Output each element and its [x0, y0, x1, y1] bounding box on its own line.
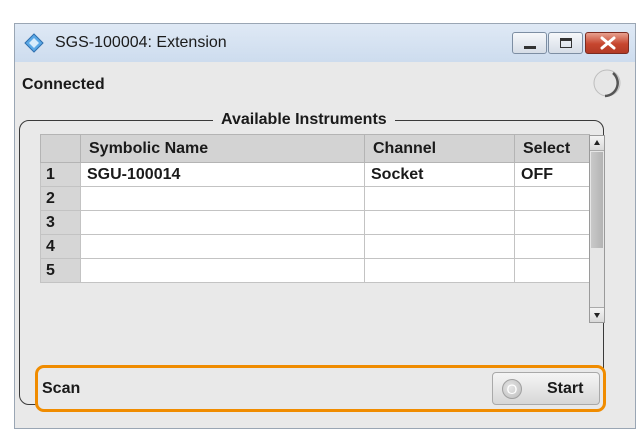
instruments-table: Symbolic Name Channel Select 1 SGU-10001… [40, 134, 590, 283]
select-cell[interactable]: OFF [514, 162, 590, 187]
channel-cell[interactable] [364, 186, 515, 211]
maximize-icon [560, 38, 572, 48]
symbolic-name-cell[interactable] [80, 258, 365, 283]
scroll-down-button[interactable] [590, 307, 604, 322]
start-indicator-icon: O [502, 379, 522, 399]
maximize-button[interactable] [548, 32, 583, 54]
symbolic-name-cell[interactable] [80, 210, 365, 235]
extension-window: SGS-100004: Extension Connected Availabl… [14, 23, 636, 429]
row-number: 5 [40, 258, 81, 283]
table-row[interactable]: 2 [40, 186, 590, 211]
symbolic-name-cell[interactable]: SGU-100014 [80, 162, 365, 187]
channel-cell[interactable] [364, 258, 515, 283]
group-title: Available Instruments [213, 109, 395, 131]
column-header-channel[interactable]: Channel [364, 134, 515, 163]
scroll-thumb[interactable] [591, 152, 603, 248]
connection-status: Connected [22, 76, 105, 93]
table-row[interactable]: 3 [40, 210, 590, 235]
table-header-row: Symbolic Name Channel Select [40, 134, 590, 163]
symbolic-name-cell[interactable] [80, 234, 365, 259]
select-cell[interactable] [514, 210, 590, 235]
start-scan-button[interactable]: O Start [492, 372, 600, 405]
table-scrollbar[interactable] [589, 135, 605, 323]
table-row[interactable]: 5 [40, 258, 590, 283]
close-button[interactable] [585, 32, 629, 54]
channel-cell[interactable] [364, 234, 515, 259]
channel-cell[interactable] [364, 210, 515, 235]
column-header-symbolic-name[interactable]: Symbolic Name [80, 134, 365, 163]
table-row[interactable]: 4 [40, 234, 590, 259]
table-row[interactable]: 1 SGU-100014 Socket OFF [40, 162, 590, 187]
scan-panel: Scan O Start [35, 365, 606, 412]
select-cell[interactable] [514, 186, 590, 211]
minimize-icon [524, 46, 536, 49]
select-cell[interactable] [514, 234, 590, 259]
close-icon [600, 36, 616, 50]
row-number: 1 [40, 162, 81, 187]
window-content: Connected Available Instruments Symbolic… [15, 62, 635, 428]
scan-label: Scan [42, 380, 81, 397]
corner-header [40, 134, 81, 163]
symbolic-name-cell[interactable] [80, 186, 365, 211]
column-header-select[interactable]: Select [514, 134, 590, 163]
select-cell[interactable] [514, 258, 590, 283]
row-number: 2 [40, 186, 81, 211]
title-bar[interactable]: SGS-100004: Extension [15, 24, 635, 62]
channel-cell[interactable]: Socket [364, 162, 515, 187]
scroll-up-button[interactable] [590, 136, 604, 151]
row-number: 3 [40, 210, 81, 235]
minimize-button[interactable] [512, 32, 547, 54]
window-title: SGS-100004: Extension [55, 34, 227, 51]
scroll-up-arrow-icon [594, 140, 600, 145]
row-number: 4 [40, 234, 81, 259]
scroll-down-arrow-icon [594, 313, 600, 318]
start-button-label: Start [547, 380, 584, 397]
status-led-icon [593, 69, 621, 98]
app-diamond-icon [24, 33, 44, 53]
instruments-table-container: Symbolic Name Channel Select 1 SGU-10001… [40, 134, 590, 283]
